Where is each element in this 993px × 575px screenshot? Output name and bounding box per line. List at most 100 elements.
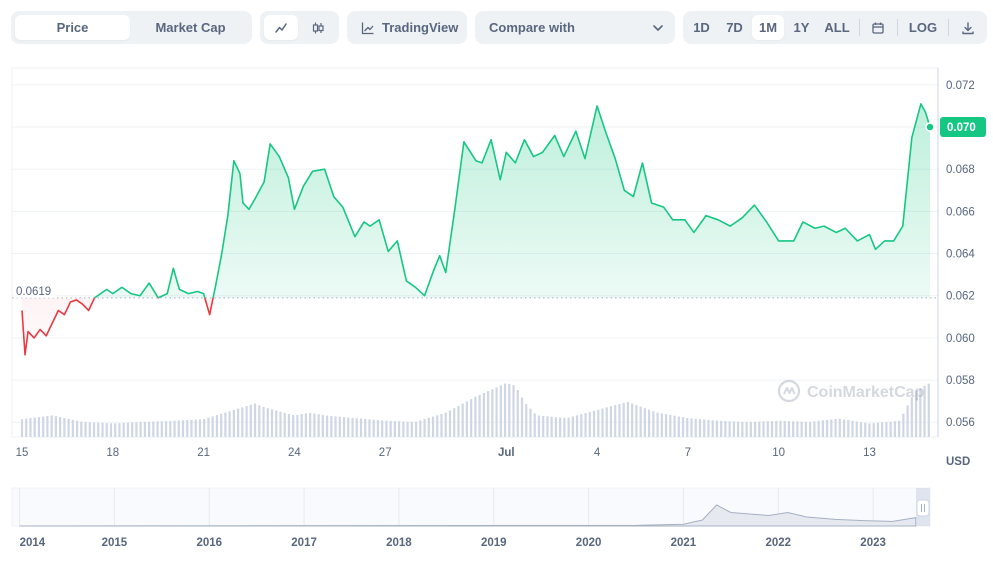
compare-with-select[interactable]: Compare with	[475, 11, 675, 44]
volume-bar	[190, 419, 193, 437]
volume-bar	[220, 413, 223, 437]
volume-bar	[359, 418, 363, 437]
y-tick-label: 0.064	[946, 249, 975, 261]
volume-bar	[703, 419, 706, 437]
range-all-button[interactable]: ALL	[819, 15, 855, 40]
volume-bar	[109, 423, 113, 437]
price-tab[interactable]: Price	[15, 15, 130, 40]
volume-bar	[881, 422, 884, 437]
x-tick-label: 13	[863, 447, 876, 459]
volume-bar	[59, 417, 62, 437]
x-tick-label: 4	[594, 447, 601, 459]
volume-bar	[686, 417, 689, 437]
volume-bar	[270, 409, 274, 437]
price-chart[interactable]: CoinMarketCap 0.0619 0.072 0.070 0.068 0.06…	[0, 56, 993, 575]
volume-bar	[152, 421, 155, 437]
volume-bar	[198, 419, 202, 437]
volume-bar	[809, 421, 812, 437]
volume-bar	[203, 418, 206, 437]
volume-bar	[834, 419, 837, 437]
line-chart-icon	[275, 22, 287, 33]
volume-bar	[648, 409, 651, 437]
volume-bar	[885, 421, 888, 437]
volume-bar	[275, 410, 278, 437]
log-scale-button[interactable]: LOG	[901, 15, 945, 40]
chart-type-toggle	[260, 11, 339, 44]
volume-bar	[830, 419, 833, 437]
volume-bar	[838, 418, 841, 437]
volume-bar	[266, 408, 269, 437]
range-1y-button[interactable]: 1Y	[786, 15, 817, 40]
navigator-year-label: 2023	[860, 537, 886, 549]
volume-bar	[67, 418, 70, 437]
chevron-down-icon	[653, 25, 663, 31]
volume-bar	[601, 408, 604, 437]
x-tick-label: 15	[16, 447, 29, 459]
volume-bar	[825, 419, 829, 437]
volume-bar	[80, 421, 83, 437]
volume-bar	[876, 422, 880, 437]
volume-bar	[334, 416, 337, 437]
volume-bar	[122, 422, 125, 437]
volume-bar	[745, 421, 748, 437]
volume-bar	[63, 417, 66, 437]
candlestick-button[interactable]	[301, 15, 335, 40]
line-chart-button[interactable]	[264, 15, 298, 40]
volume-bar	[660, 413, 663, 437]
volume-bar	[626, 402, 630, 437]
volume-bar	[851, 420, 854, 437]
market-cap-tab[interactable]: Market Cap	[133, 15, 248, 40]
volume-bar	[448, 410, 452, 437]
volume-bar	[224, 412, 227, 437]
download-button[interactable]	[953, 15, 983, 40]
date-picker-button[interactable]	[863, 15, 893, 40]
volume-bar	[571, 416, 574, 437]
volume-bar	[707, 419, 710, 437]
volume-bar	[525, 403, 528, 437]
volume-bar	[393, 421, 396, 437]
tradingview-icon	[361, 22, 374, 35]
volume-bar	[232, 410, 235, 437]
volume-bar	[444, 412, 447, 437]
volume-bar	[681, 417, 685, 437]
range-1d-button[interactable]: 1D	[686, 15, 717, 40]
volume-bar	[287, 413, 291, 437]
volume-bar	[737, 421, 740, 437]
volume-bar	[669, 414, 672, 437]
volume-bar	[114, 423, 117, 437]
volume-bar	[656, 412, 659, 437]
volume-bar	[465, 401, 469, 437]
volume-bar	[690, 418, 693, 437]
tradingview-button[interactable]: TradingView	[347, 11, 467, 44]
watermark-text: CoinMarketCap	[807, 384, 925, 401]
compare-with-label: Compare with	[489, 20, 575, 35]
volume-bar	[309, 412, 312, 437]
volume-bar	[868, 423, 871, 437]
x-tick-label: 24	[288, 447, 301, 459]
range-1m-button[interactable]: 1M	[752, 15, 784, 40]
volume-bar	[715, 420, 719, 437]
range-7d-button[interactable]: 7D	[719, 15, 750, 40]
navigator-year-label: 2021	[671, 537, 697, 549]
volume-bar	[177, 420, 180, 437]
volume-bar	[758, 421, 761, 437]
volume-bar	[160, 421, 163, 437]
x-axis: 15 18 21 24 27 Jul 4 7 10 13	[16, 447, 876, 459]
volume-bar	[584, 413, 587, 437]
volume-bar	[398, 421, 401, 437]
volume-bar	[381, 420, 384, 437]
volume-bar	[559, 417, 562, 437]
coinmarketcap-watermark: CoinMarketCap	[777, 379, 925, 403]
navigator-year-label: 2017	[291, 537, 317, 549]
timeline-navigator[interactable]: 2014 2015 2016 2017 2018 2019 2020 2021 2022 2023	[11, 487, 931, 549]
volume-bar	[554, 417, 558, 437]
currency-label: USD	[946, 456, 970, 468]
y-tick-label: 0.058	[946, 375, 975, 387]
volume-bar	[258, 405, 261, 437]
volume-bar	[775, 420, 778, 437]
volume-bar	[211, 416, 214, 437]
volume-bar	[847, 420, 850, 437]
volume-bar	[364, 419, 367, 437]
volume-bar	[54, 416, 57, 437]
volume-bar	[855, 421, 858, 437]
